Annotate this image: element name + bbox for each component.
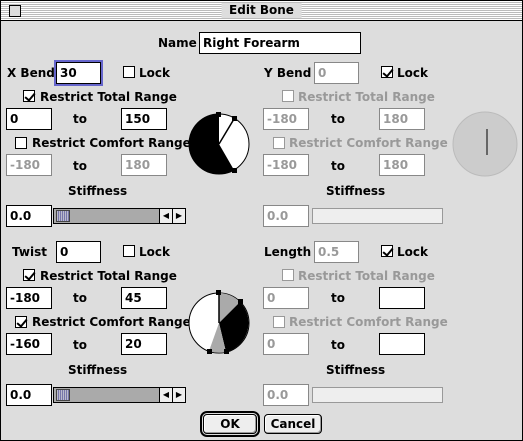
length-restrict-total-checkbox[interactable] bbox=[282, 269, 294, 281]
x-bend-stiffness-field[interactable]: 0.0 bbox=[6, 205, 52, 227]
x-bend-stiffness-slider[interactable]: ◀ ▶ bbox=[53, 208, 186, 224]
length-comfort-from-field[interactable]: 0 bbox=[263, 333, 309, 355]
twist-total-to-label: to bbox=[73, 291, 87, 305]
length-total-to-label: to bbox=[331, 291, 345, 305]
x-bend-restrict-total-label: Restrict Total Range bbox=[40, 90, 177, 104]
twist-label: Twist bbox=[12, 245, 47, 259]
close-box[interactable] bbox=[9, 5, 21, 17]
length-lock-checkbox[interactable] bbox=[381, 245, 393, 257]
y-bend-comfort-to-label: to bbox=[331, 159, 345, 173]
y-bend-label: Y Bend bbox=[264, 66, 312, 80]
twist-stiffness-field[interactable]: 0.0 bbox=[6, 384, 52, 406]
y-bend-field[interactable]: 0 bbox=[314, 62, 359, 84]
x-bend-lock-checkbox[interactable] bbox=[123, 66, 135, 78]
x-bend-field[interactable]: 30 bbox=[54, 60, 103, 86]
length-restrict-comfort-label: Restrict Comfort Range bbox=[289, 315, 448, 329]
x-bend-total-from-field[interactable]: 0 bbox=[6, 108, 52, 130]
y-bend-lock-label: Lock bbox=[397, 66, 428, 80]
y-bend-comfort-to-field[interactable]: 180 bbox=[379, 154, 425, 176]
length-restrict-comfort-checkbox[interactable] bbox=[273, 316, 285, 328]
y-bend-total-from-field[interactable]: -180 bbox=[263, 108, 309, 130]
slider-thumb[interactable] bbox=[56, 389, 70, 401]
length-stiffness-field[interactable]: 0.0 bbox=[263, 384, 309, 406]
y-bend-restrict-comfort-checkbox[interactable] bbox=[273, 137, 285, 149]
ok-button[interactable]: OK bbox=[200, 411, 260, 437]
y-bend-restrict-comfort-label: Restrict Comfort Range bbox=[289, 136, 448, 150]
x-bend-restrict-comfort-checkbox[interactable] bbox=[15, 137, 27, 149]
y-bend-total-to-field[interactable]: 180 bbox=[379, 108, 425, 130]
twist-lock-label: Lock bbox=[139, 245, 170, 259]
x-bend-comfort-to-label: to bbox=[73, 159, 87, 173]
x-bend-restrict-comfort-label: Restrict Comfort Range bbox=[32, 136, 191, 150]
x-bend-label: X Bend bbox=[7, 66, 55, 80]
x-bend-restrict-total-checkbox[interactable] bbox=[23, 90, 35, 102]
x-bend-lock-label: Lock bbox=[139, 66, 170, 80]
length-field[interactable]: 0.5 bbox=[314, 241, 359, 263]
length-comfort-to-field[interactable] bbox=[379, 333, 425, 355]
twist-stiffness-slider[interactable]: ◀ ▶ bbox=[53, 387, 186, 403]
twist-restrict-comfort-label: Restrict Comfort Range bbox=[32, 315, 191, 329]
y-bend-range-dial bbox=[452, 111, 518, 177]
length-stiffness-slider[interactable] bbox=[312, 387, 443, 403]
length-lock-label: Lock bbox=[397, 245, 428, 259]
y-bend-comfort-from-field[interactable]: -180 bbox=[263, 154, 309, 176]
name-field[interactable]: Right Forearm bbox=[199, 32, 361, 54]
twist-field[interactable]: 0 bbox=[56, 241, 101, 263]
x-bend-comfort-from-field[interactable]: -180 bbox=[6, 154, 52, 176]
edit-bone-dialog: Edit Bone Name Right Forearm X Bend 30 L… bbox=[0, 0, 523, 441]
length-restrict-total-label: Restrict Total Range bbox=[298, 269, 435, 283]
y-bend-restrict-total-label: Restrict Total Range bbox=[298, 90, 435, 104]
length-total-to-field[interactable] bbox=[379, 287, 425, 309]
y-bend-total-to-label: to bbox=[331, 112, 345, 126]
left-arrow-icon[interactable]: ◀ bbox=[159, 388, 172, 402]
y-bend-stiffness-label: Stiffness bbox=[326, 184, 386, 198]
y-bend-stiffness-slider[interactable] bbox=[312, 208, 443, 224]
x-bend-range-dial[interactable] bbox=[185, 112, 255, 176]
right-arrow-icon[interactable]: ▶ bbox=[172, 388, 185, 402]
twist-lock-checkbox[interactable] bbox=[123, 245, 135, 257]
twist-restrict-comfort-checkbox[interactable] bbox=[15, 316, 27, 328]
twist-restrict-total-label: Restrict Total Range bbox=[40, 269, 177, 283]
twist-total-to-field[interactable]: 45 bbox=[121, 287, 167, 309]
twist-stiffness-label: Stiffness bbox=[68, 363, 128, 377]
x-bend-comfort-to-field[interactable]: 180 bbox=[121, 154, 167, 176]
length-total-from-field[interactable]: 0 bbox=[263, 287, 309, 309]
left-arrow-icon[interactable]: ◀ bbox=[159, 209, 172, 223]
twist-range-dial[interactable] bbox=[185, 290, 255, 356]
y-bend-lock-checkbox[interactable] bbox=[381, 66, 393, 78]
cancel-button[interactable]: Cancel bbox=[264, 414, 322, 434]
length-label: Length bbox=[264, 245, 312, 259]
slider-thumb[interactable] bbox=[56, 210, 70, 222]
title-bar[interactable]: Edit Bone bbox=[1, 1, 522, 21]
twist-comfort-to-label: to bbox=[73, 338, 87, 352]
x-bend-total-to-label: to bbox=[73, 112, 87, 126]
right-arrow-icon[interactable]: ▶ bbox=[172, 209, 185, 223]
twist-restrict-total-checkbox[interactable] bbox=[23, 269, 35, 281]
twist-total-from-field[interactable]: -180 bbox=[6, 287, 52, 309]
name-label: Name bbox=[158, 36, 197, 50]
length-stiffness-label: Stiffness bbox=[326, 363, 386, 377]
twist-comfort-from-field[interactable]: -160 bbox=[6, 333, 52, 355]
y-bend-restrict-total-checkbox[interactable] bbox=[282, 90, 294, 102]
twist-comfort-to-field[interactable]: 20 bbox=[121, 333, 167, 355]
window-title: Edit Bone bbox=[221, 3, 302, 18]
y-bend-stiffness-field[interactable]: 0.0 bbox=[263, 205, 309, 227]
x-bend-stiffness-label: Stiffness bbox=[68, 184, 128, 198]
x-bend-total-to-field[interactable]: 150 bbox=[121, 108, 167, 130]
length-comfort-to-label: to bbox=[331, 338, 345, 352]
